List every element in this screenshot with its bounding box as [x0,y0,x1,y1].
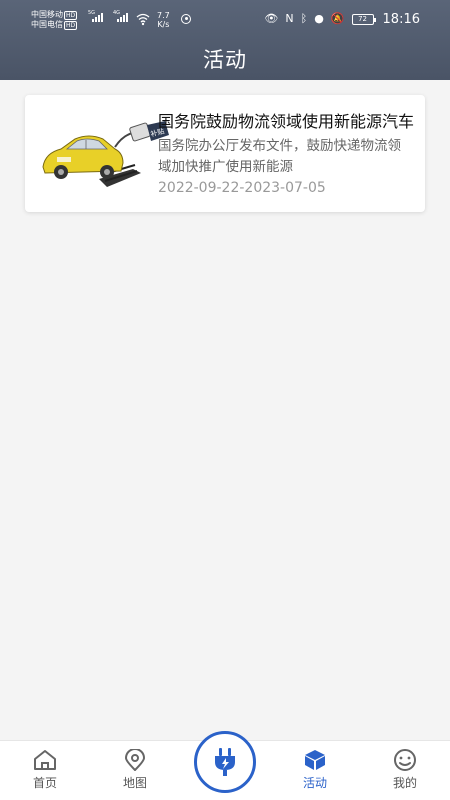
signal-5g-icon: 5G [88,10,103,22]
bluetooth-icon: ᛒ [300,12,308,25]
battery-icon: 72 [351,13,376,25]
carrier-1: 中国移动 [31,10,63,19]
tab-mine[interactable]: 我的 [375,749,435,791]
cube-icon [305,750,325,770]
activity-date-range: 2022-09-22-2023-07-05 [158,180,326,196]
carrier-2: 中国电信 [31,20,63,29]
status-time: 18:16 [382,11,420,27]
bottom-tab-bar: 首页 地图 活动 我的 [0,731,450,800]
tab-mine-label: 我的 [392,776,417,790]
home-icon [34,750,56,770]
ev-subsidy-thumbnail: 补贴 [42,121,169,187]
wifi-icon [136,13,150,26]
location-pin-icon [124,749,146,771]
plug-icon [215,748,235,776]
net-5g-label: 5G [88,10,96,16]
mute-bell-icon: 🔕 [330,12,345,25]
status-right-icons: 👁 N ᛒ ● 🔕 72 18:16 [264,11,420,27]
tab-activity[interactable]: 活动 [285,749,345,791]
app-header: 中国移动HD 中国电信HD 5G 4G 7.7 K/s 👁 N ᛒ ● 🔕 [0,0,450,80]
speed-unit: K/s [157,20,170,29]
tab-home-label: 首页 [32,776,57,790]
page-title: 活动 [203,48,247,72]
tab-home[interactable]: 首页 [15,749,75,791]
tab-map[interactable]: 地图 [105,749,165,791]
eye-icon: 👁 [264,12,279,25]
carrier-info: 中国移动 HD 中国电信 HD [31,10,78,30]
speed-value: 7.7 [157,11,170,20]
tab-activity-label: 活动 [302,776,327,790]
hd-badge: HD [64,21,78,30]
activity-description: 国务院办公厅发布文件，鼓励快递物流领域加快推广使用新能源 [158,138,401,175]
activity-title: 国务院鼓励物流领域使用新能源汽车 [158,112,415,131]
tab-map-label: 地图 [122,776,147,790]
hd-badge: HD [64,11,78,20]
activity-card[interactable]: 补贴 国务院鼓励物流领域使用新能源汽车 国务院办公厅发布文件，鼓励快递物流领域加… [25,95,425,212]
nfc-icon: N [285,12,294,25]
smiley-icon [394,749,416,771]
charging-center-button[interactable] [194,731,256,793]
signal-4g-icon: 4G [113,10,128,22]
net-4g-label: 4G [113,10,121,16]
account-status-icon [181,14,191,24]
location-icon: ● [314,12,324,25]
status-bar: 中国移动HD 中国电信HD 5G 4G 7.7 K/s 👁 N ᛒ ● 🔕 [0,0,450,40]
network-speed: 7.7 K/s [157,11,170,29]
